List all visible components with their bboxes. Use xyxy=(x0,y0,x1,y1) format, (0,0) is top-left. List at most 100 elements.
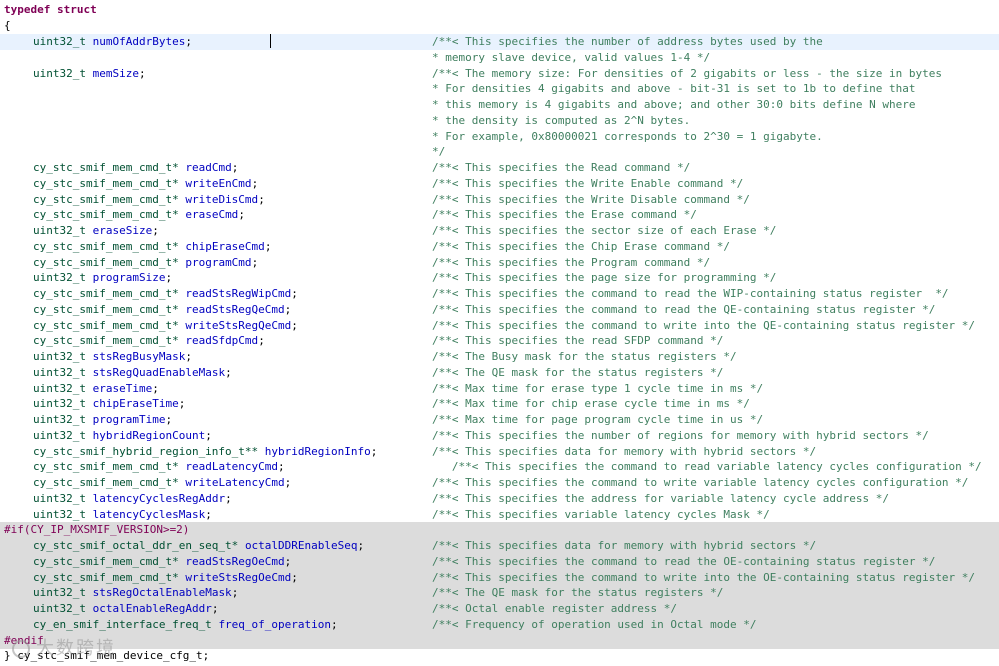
member-name: readLatencyCmd xyxy=(185,460,279,474)
member-declaration: cy_en_smif_interface_freq_t freq_of_oper… xyxy=(33,617,338,631)
code-line: * the density is computed as 2^N bytes. xyxy=(0,113,999,129)
member-declaration: cy_stc_smif_mem_cmd_t* readSfdpCmd; xyxy=(33,334,265,348)
member-declaration: cy_stc_smif_mem_cmd_t* writeDisCmd; xyxy=(33,192,265,206)
member-type: uint32_t xyxy=(33,35,86,48)
code-line: cy_stc_smif_mem_cmd_t* writeEnCmd; /**< T… xyxy=(0,176,999,192)
code-editor[interactable]: typedef struct { uint32_t numOfAddrBytes… xyxy=(0,0,999,666)
member-declaration: cy_stc_smif_mem_cmd_t* chipEraseCmd; xyxy=(33,239,272,253)
member-name: hybridRegionInfo xyxy=(264,444,371,458)
doc-comment: /**< This specifies the page size for pr… xyxy=(432,271,777,285)
code-line: cy_stc_smif_mem_cmd_t* writeLatencyCmd; /… xyxy=(0,475,999,491)
member-type: cy_stc_smif_mem_cmd_t* xyxy=(33,554,179,568)
member-name: programTime xyxy=(92,413,166,426)
member-name: hybridRegionCount xyxy=(92,428,206,442)
member-name: readCmd xyxy=(185,161,232,174)
watermark-logo-icon xyxy=(12,640,30,658)
code-line: cy_stc_smif_mem_cmd_t* readLatencyCmd; /… xyxy=(0,459,999,475)
preprocessor-if: #if(CY_IP_MXSMIF_VERSION>=2) xyxy=(4,523,190,537)
member-name: stsRegBusyMask xyxy=(92,350,186,363)
member-name: freq_of_operation xyxy=(218,617,332,631)
code-line: { xyxy=(0,18,999,34)
text-cursor xyxy=(270,34,271,48)
doc-comment: /**< Octal enable register address */ xyxy=(432,602,678,615)
member-declaration: cy_stc_smif_mem_cmd_t* writeEnCmd; xyxy=(33,176,259,190)
member-name: eraseTime xyxy=(92,381,153,395)
member-type: uint32_t xyxy=(33,428,86,442)
code-line: uint32_t programSize; /**< This specifies… xyxy=(0,270,999,286)
member-name: octalDDREnableSeq xyxy=(244,539,358,552)
member-type: uint32_t xyxy=(33,397,86,411)
doc-comment: /**< This specifies the address for vari… xyxy=(432,491,889,505)
member-name: chipEraseTime xyxy=(92,397,179,411)
code-line: uint32_t octalEnableRegAddr; /**< Octal e… xyxy=(0,601,999,617)
code-line: * For example, 0x80000021 corresponds to… xyxy=(0,129,999,145)
code-line: uint32_t stsRegQuadEnableMask; /**< The Q… xyxy=(0,365,999,381)
doc-comment: * For densities 4 gigabits and above - b… xyxy=(432,82,916,96)
doc-comment: /**< This specifies data for memory with… xyxy=(432,539,817,552)
code-line: uint32_t eraseSize; /**< This specifies t… xyxy=(0,223,999,239)
doc-comment: /**< This specifies the Program command … xyxy=(432,255,711,269)
member-declaration: cy_stc_smif_mem_cmd_t* readCmd; xyxy=(33,161,239,174)
doc-comment: /**< This specifies the Erase command */ xyxy=(432,208,697,222)
member-type: uint32_t xyxy=(33,491,86,505)
code-line: uint32_t programTime; /**< Max time for p… xyxy=(0,412,999,428)
code-line: cy_stc_smif_mem_cmd_t* writeStsRegOeCmd;… xyxy=(0,569,999,586)
member-declaration: uint32_t numOfAddrBytes; xyxy=(33,35,192,48)
member-name: latencyCyclesRegAddr xyxy=(92,491,226,505)
member-type: cy_stc_smif_mem_cmd_t* xyxy=(33,192,179,206)
member-type: cy_stc_smif_mem_cmd_t* xyxy=(33,255,179,269)
member-type: cy_stc_smif_mem_cmd_t* xyxy=(33,334,179,348)
code-line: uint32_t numOfAddrBytes; /**< This specif… xyxy=(0,34,999,50)
member-name: chipEraseCmd xyxy=(185,239,265,253)
member-type: uint32_t xyxy=(33,271,86,285)
doc-comment: */ xyxy=(432,145,446,159)
member-type: cy_stc_smif_mem_cmd_t* xyxy=(33,570,179,584)
member-declaration: uint32_t programTime; xyxy=(33,413,173,426)
member-name: writeLatencyCmd xyxy=(185,476,285,489)
member-name: stsRegQuadEnableMask xyxy=(92,365,226,379)
member-type: cy_stc_smif_mem_cmd_t* xyxy=(33,460,179,474)
member-type: uint32_t xyxy=(33,365,86,379)
code-line: cy_stc_smif_hybrid_region_info_t** hybri… xyxy=(0,444,999,460)
doc-comment: /**< This specifies the number of addres… xyxy=(432,35,823,48)
code-line: cy_stc_smif_octal_ddr_en_seq_t* octalDDR… xyxy=(0,538,999,554)
member-name: readStsRegWipCmd xyxy=(185,287,292,300)
doc-comment: /**< The Busy mask for the status regist… xyxy=(432,350,737,363)
member-declaration: uint32_t eraseSize; xyxy=(33,224,159,237)
member-type: uint32_t xyxy=(33,586,86,600)
member-name: writeStsRegOeCmd xyxy=(185,570,292,584)
member-type: cy_stc_smif_mem_cmd_t* xyxy=(33,287,179,300)
doc-comment: /**< Max time for chip erase cycle time … xyxy=(432,397,750,411)
member-declaration: uint32_t stsRegOctalEnableMask; xyxy=(33,586,239,600)
doc-comment: /**< This specifies the Write Disable co… xyxy=(432,192,750,206)
member-name: readStsRegQeCmd xyxy=(185,302,285,316)
member-name: numOfAddrBytes xyxy=(92,35,186,48)
code-line: uint32_t eraseTime; /**< Max time for era… xyxy=(0,381,999,397)
member-declaration: cy_stc_smif_mem_cmd_t* readStsRegOeCmd; xyxy=(33,554,292,568)
doc-comment: /**< Max time for page program cycle tim… xyxy=(432,413,764,426)
member-declaration: cy_stc_smif_mem_cmd_t* readStsRegWipCmd; xyxy=(33,287,298,300)
member-declaration: uint32_t eraseTime; xyxy=(33,381,159,395)
member-declaration: uint32_t programSize; xyxy=(33,271,173,285)
member-type: cy_stc_smif_mem_cmd_t* xyxy=(33,318,179,332)
open-brace: { xyxy=(4,19,11,32)
member-type: cy_stc_smif_mem_cmd_t* xyxy=(33,176,179,190)
code-line: cy_stc_smif_mem_cmd_t* readStsRegOeCmd; /… xyxy=(0,553,999,570)
member-name: memSize xyxy=(92,66,139,80)
code-line: cy_stc_smif_mem_cmd_t* eraseCmd; /**< Thi… xyxy=(0,207,999,223)
member-type: cy_stc_smif_octal_ddr_en_seq_t* xyxy=(33,539,239,552)
doc-comment: * the density is computed as 2^N bytes. xyxy=(432,113,691,127)
member-type: cy_stc_smif_mem_cmd_t* xyxy=(33,161,179,174)
member-type: cy_stc_smif_hybrid_region_info_t** xyxy=(33,444,259,458)
member-type: cy_stc_smif_mem_cmd_t* xyxy=(33,239,179,253)
member-declaration: uint32_t latencyCyclesRegAddr; xyxy=(33,491,232,505)
doc-comment: /**< The memory size: For densities of 2… xyxy=(432,66,942,80)
member-declaration: cy_stc_smif_mem_cmd_t* readLatencyCmd; xyxy=(33,460,285,474)
doc-comment: /**< This specifies the command to read … xyxy=(432,554,936,568)
doc-comment: /**< This specifies the command to write… xyxy=(432,476,969,489)
member-declaration: uint32_t memSize; xyxy=(33,66,146,80)
member-declaration: cy_stc_smif_mem_cmd_t* programCmd; xyxy=(33,255,259,269)
doc-comment: /**< This specifies the number of region… xyxy=(432,428,929,442)
member-declaration: uint32_t octalEnableRegAddr; xyxy=(33,602,219,615)
member-name: octalEnableRegAddr xyxy=(92,602,212,615)
